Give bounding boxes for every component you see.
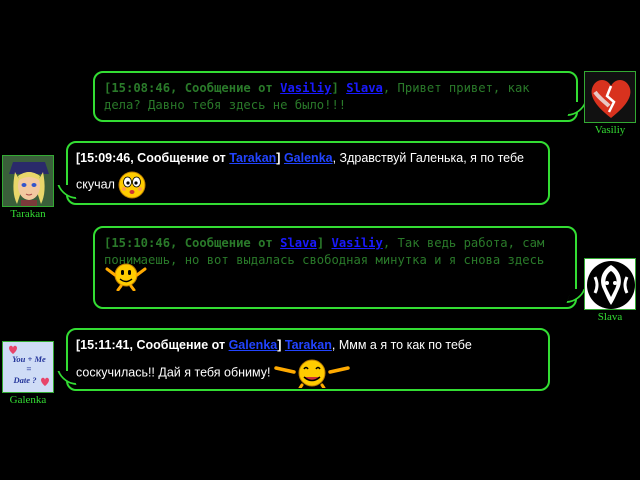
message-text-3: [15:10:46, Сообщение от Slava] Vasiliy, …	[95, 228, 575, 291]
broken-heart-icon	[591, 80, 631, 118]
message-header: [15:11:41, Сообщение от Galenka]	[76, 338, 282, 352]
svg-text:Date ?: Date ?	[13, 375, 37, 385]
svg-text:You + Me: You + Me	[12, 354, 46, 364]
anime-character-portrait	[3, 156, 53, 206]
sender-link[interactable]: Galenka	[229, 338, 278, 352]
avatar-name-tarakan: Tarakan	[10, 208, 46, 220]
message-header: [15:10:46, Сообщение от Slava]	[104, 236, 325, 250]
svg-text:=: =	[26, 364, 31, 374]
avatar-name-vasiliy: Vasiliy	[594, 124, 626, 136]
message-bubble-1: [15:08:46, Сообщение от Vasiliy] Slava, …	[93, 71, 587, 122]
bubble-tail	[566, 289, 586, 303]
sender-link[interactable]: Tarakan	[229, 151, 276, 165]
recipient-link[interactable]: Slava	[346, 81, 383, 95]
sender-link[interactable]: Vasiliy	[280, 81, 331, 95]
sender-link[interactable]: Slava	[280, 236, 317, 250]
message-text-4: [15:11:41, Сообщение от Galenka] Tarakan…	[68, 330, 548, 388]
avatar-vasiliy[interactable]	[584, 71, 636, 123]
recipient-link[interactable]: Vasiliy	[332, 236, 383, 250]
avatar-name-galenka: Galenka	[9, 394, 47, 406]
recipient-link[interactable]: Galenka	[284, 151, 333, 165]
you-plus-me-date-heart-icon: You + Me = Date ?	[3, 342, 53, 392]
message-text-1: [15:08:46, Сообщение от Vasiliy] Slava, …	[95, 73, 576, 114]
hug-smiley-icon	[274, 359, 350, 388]
message-bubble-4: [15:11:41, Сообщение от Galenka] Tarakan…	[57, 328, 550, 391]
message-header: [15:09:46, Сообщение от Tarakan]	[76, 151, 281, 165]
avatar-name-slava: Slava	[597, 311, 623, 323]
tribal-face-icon	[585, 259, 635, 309]
waving-smiley-icon	[105, 263, 147, 291]
message-text-2: [15:09:46, Сообщение от Tarakan] Galenka…	[68, 143, 548, 199]
avatar-galenka[interactable]: You + Me = Date ?	[2, 341, 54, 393]
recipient-link[interactable]: Tarakan	[285, 338, 332, 352]
message-bubble-3: [15:10:46, Сообщение от Slava] Vasiliy, …	[93, 226, 586, 309]
message-bubble-2: [15:09:46, Сообщение от Tarakan] Galenka…	[57, 141, 550, 205]
shy-smiley-icon	[118, 171, 146, 199]
message-header: [15:08:46, Сообщение от Vasiliy]	[104, 81, 339, 95]
avatar-slava[interactable]	[584, 258, 636, 310]
avatar-tarakan[interactable]	[2, 155, 54, 207]
